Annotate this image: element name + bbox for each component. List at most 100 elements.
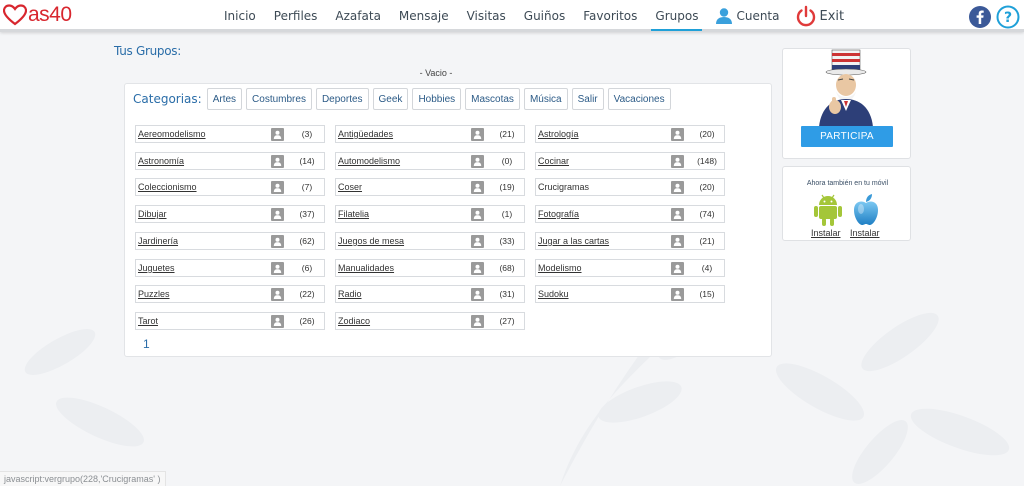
- group-name-link[interactable]: Automodelismo: [336, 156, 471, 166]
- members-icon[interactable]: [671, 261, 684, 275]
- group-item: Astronomía (14): [135, 152, 325, 170]
- group-item: Puzzles (22): [135, 285, 325, 303]
- group-member-count: (6): [301, 263, 313, 273]
- category-geek[interactable]: Geek: [372, 88, 409, 110]
- participa-button[interactable]: PARTICIPA: [801, 126, 893, 147]
- members-icon[interactable]: [471, 180, 484, 194]
- group-name-link[interactable]: Antigüedades: [336, 129, 471, 139]
- group-name-link[interactable]: Puzzles: [136, 289, 271, 299]
- nav-visitas[interactable]: Visitas: [465, 9, 508, 23]
- group-name-link[interactable]: Aereomodelismo: [136, 129, 271, 139]
- members-icon[interactable]: [671, 154, 684, 168]
- members-icon[interactable]: [271, 207, 284, 221]
- group-member-count: (0): [501, 156, 513, 166]
- members-icon[interactable]: [271, 154, 284, 168]
- category-hobbies[interactable]: Hobbies: [412, 88, 462, 110]
- participa-ad[interactable]: PARTICIPA: [782, 48, 911, 159]
- corner-icons: ?: [968, 5, 1020, 29]
- nav-perfiles[interactable]: Perfiles: [272, 9, 320, 23]
- main-nav: Inicio Perfiles Azafata Mensaje Visitas …: [222, 0, 844, 32]
- nav-guinos[interactable]: Guiños: [522, 9, 567, 23]
- members-icon[interactable]: [671, 127, 684, 141]
- android-install-link[interactable]: Instalar: [811, 228, 841, 238]
- group-name-link[interactable]: Crucigramas: [536, 182, 671, 192]
- group-name-link[interactable]: Zodiaco: [336, 316, 471, 326]
- category-salir[interactable]: Salir: [571, 88, 604, 110]
- group-name-link[interactable]: Tarot: [136, 316, 271, 326]
- group-item: Radio (31): [335, 285, 525, 303]
- group-name-link[interactable]: Astrología: [536, 129, 671, 139]
- my-groups-empty: - Vacio -: [419, 68, 453, 78]
- mobile-apps-box: Ahora también en tu móvil Instalar Insta…: [782, 166, 911, 241]
- nav-azafata[interactable]: Azafata: [333, 9, 383, 23]
- browser-status-bar: javascript:vergrupo(228,'Crucigramas' ): [0, 471, 166, 486]
- group-member-count: (74): [699, 209, 715, 219]
- group-name-link[interactable]: Dibujar: [136, 209, 271, 219]
- members-icon[interactable]: [271, 261, 284, 275]
- category-musica[interactable]: Música: [523, 88, 568, 110]
- group-item: Fotografía (74): [535, 205, 725, 223]
- site-logo[interactable]: as40: [3, 2, 72, 28]
- group-member-count: (1): [501, 209, 513, 219]
- nav-favoritos[interactable]: Favoritos: [581, 9, 639, 23]
- group-member-count: (68): [499, 263, 515, 273]
- category-deportes[interactable]: Deportes: [315, 88, 369, 110]
- members-icon[interactable]: [271, 314, 284, 328]
- group-name-link[interactable]: Jardinería: [136, 236, 271, 246]
- pagination-page-1[interactable]: 1: [143, 337, 150, 351]
- members-icon[interactable]: [671, 287, 684, 301]
- group-item: Tarot (26): [135, 312, 325, 330]
- group-name-link[interactable]: Modelismo: [536, 263, 671, 273]
- ios-install-link[interactable]: Instalar: [850, 228, 880, 238]
- group-member-count: (4): [701, 263, 713, 273]
- members-icon[interactable]: [671, 180, 684, 194]
- group-name-link[interactable]: Juegos de mesa: [336, 236, 471, 246]
- nav-inicio[interactable]: Inicio: [222, 9, 258, 23]
- group-item: Automodelismo (0): [335, 152, 525, 170]
- group-name-link[interactable]: Radio: [336, 289, 471, 299]
- help-icon[interactable]: ?: [996, 5, 1020, 29]
- group-name-link[interactable]: Astronomía: [136, 156, 271, 166]
- facebook-icon[interactable]: [968, 5, 992, 29]
- members-icon[interactable]: [271, 234, 284, 248]
- members-icon[interactable]: [271, 287, 284, 301]
- nav-grupos[interactable]: Grupos: [651, 9, 703, 31]
- members-icon[interactable]: [671, 234, 684, 248]
- members-icon[interactable]: [671, 207, 684, 221]
- members-icon[interactable]: [471, 127, 484, 141]
- category-costumbres[interactable]: Costumbres: [246, 88, 312, 110]
- nav-exit-label: Exit: [819, 8, 845, 24]
- group-member-count: (31): [499, 289, 515, 299]
- group-member-count: (148): [697, 156, 717, 166]
- category-artes[interactable]: Artes: [206, 88, 243, 110]
- my-groups-label: Tus Grupos:: [114, 44, 181, 58]
- group-member-count: (27): [499, 316, 515, 326]
- group-name-link[interactable]: Coleccionismo: [136, 182, 271, 192]
- android-icon[interactable]: [813, 193, 843, 227]
- category-mascotas[interactable]: Mascotas: [465, 88, 520, 110]
- group-name-link[interactable]: Cocinar: [536, 156, 671, 166]
- members-icon[interactable]: [471, 261, 484, 275]
- apple-icon[interactable]: [849, 193, 883, 227]
- group-member-count: (22): [299, 289, 315, 299]
- group-name-link[interactable]: Fotografía: [536, 209, 671, 219]
- groups-panel: Categorias: Artes Costumbres Deportes Ge…: [124, 83, 772, 357]
- group-name-link[interactable]: Manualidades: [336, 263, 471, 273]
- nav-mensaje[interactable]: Mensaje: [397, 9, 451, 23]
- group-name-link[interactable]: Juguetes: [136, 263, 271, 273]
- members-icon[interactable]: [471, 314, 484, 328]
- nav-cuenta[interactable]: Cuenta: [714, 7, 779, 25]
- members-icon[interactable]: [471, 154, 484, 168]
- group-name-link[interactable]: Jugar a las cartas: [536, 236, 671, 246]
- group-name-link[interactable]: Coser: [336, 182, 471, 192]
- members-icon[interactable]: [471, 234, 484, 248]
- members-icon[interactable]: [271, 127, 284, 141]
- members-icon[interactable]: [471, 207, 484, 221]
- group-name-link[interactable]: Filatelia: [336, 209, 471, 219]
- mobile-apps-title: Ahora también en tu móvil: [806, 180, 889, 187]
- group-name-link[interactable]: Sudoku: [536, 289, 671, 299]
- members-icon[interactable]: [271, 180, 284, 194]
- nav-exit[interactable]: Exit: [795, 5, 844, 27]
- category-vacaciones[interactable]: Vacaciones: [607, 88, 671, 110]
- members-icon[interactable]: [471, 287, 484, 301]
